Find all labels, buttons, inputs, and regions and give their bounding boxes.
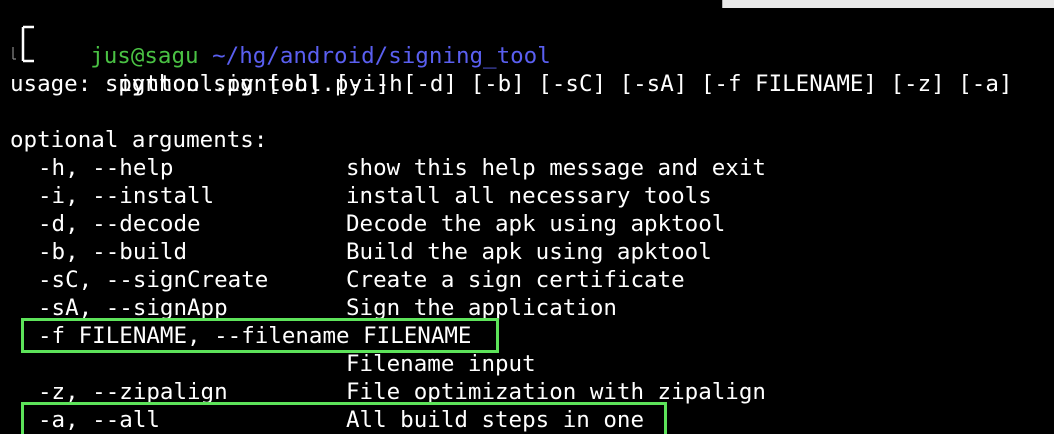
usage-line: usage: signtool.py [-h] [-i] [-d] [-b] […	[10, 71, 1013, 97]
command-line: python signtool.py -h	[64, 42, 402, 97]
prompt-line: jus@sagu ~/hg/android/signing_tool	[36, 14, 551, 69]
arg-description: show this help message and exit	[346, 155, 766, 181]
terminal-window[interactable]: jus@sagu ~/hg/android/signing_tool pytho…	[0, 0, 1054, 434]
arg-flag: -b, --build	[38, 239, 188, 265]
section-header: optional arguments:	[10, 127, 268, 153]
highlight-box-all	[21, 402, 667, 434]
arg-flag: -sC, --signCreate	[38, 267, 269, 293]
arg-description: Create a sign certificate	[346, 267, 685, 293]
arg-flag: -h, --help	[38, 155, 174, 181]
prompt-bracket-icon	[12, 25, 34, 63]
arg-flag: -i, --install	[38, 183, 215, 209]
window-divider	[722, 0, 723, 8]
highlight-box-filename	[21, 318, 499, 353]
arg-description: Decode the apk using apktool	[346, 211, 726, 237]
arg-flag: -d, --decode	[38, 211, 201, 237]
arg-description: install all necessary tools	[346, 183, 712, 209]
arg-description: Filename input	[346, 351, 536, 377]
window-background-strip	[722, 0, 1054, 8]
arg-description: Build the apk using apktool	[346, 239, 712, 265]
